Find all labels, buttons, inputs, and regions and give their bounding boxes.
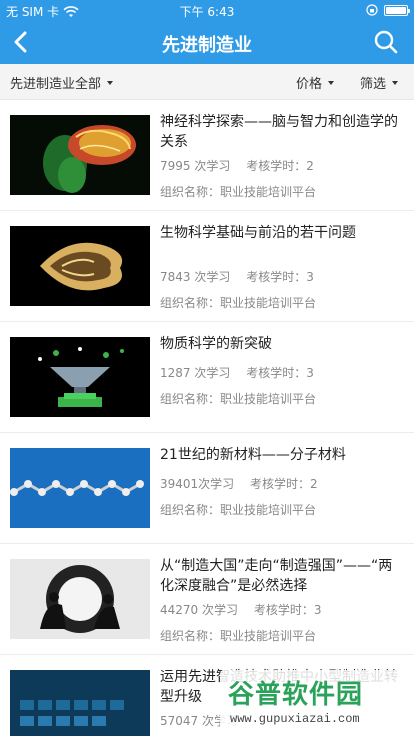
- organization-name: 组织名称：职业技能培训平台: [160, 503, 317, 517]
- assessment-hours: 考核学时：2: [250, 477, 318, 491]
- list-item[interactable]: 物质科学的新突破 1287 次学习 考核学时：3 组织名称：职业技能培训平台: [0, 322, 414, 433]
- organization-name: 组织名称：职业技能培训平台: [160, 185, 317, 199]
- learner-count: 1287 次学习: [160, 366, 231, 380]
- filter-dropdown[interactable]: 筛选: [360, 73, 399, 92]
- chevron-down-icon: [392, 80, 399, 85]
- price-sort-dropdown[interactable]: 价格: [296, 73, 335, 92]
- course-title: 生物科学基础与前沿的若干问题: [160, 225, 356, 241]
- assessment-hours: 考核学时：2: [246, 159, 314, 173]
- course-title: 物质科学的新突破: [160, 336, 272, 352]
- search-icon[interactable]: [372, 28, 400, 56]
- battery-icon: [384, 4, 410, 16]
- category-dropdown[interactable]: 先进制造业全部: [10, 73, 114, 92]
- list-item[interactable]: 从“制造大国”走向“制造强国”——“两化深度融合”是必然选择 44270 次学习…: [0, 544, 414, 655]
- status-bar: 无 SIM 卡 下午 6:43: [0, 0, 414, 20]
- filter-bar: 先进制造业全部 价格 筛选: [0, 64, 414, 100]
- course-thumbnail-brain: [10, 115, 150, 195]
- learner-count: 7995 次学习: [160, 159, 231, 173]
- course-thumbnail-funnel: [10, 337, 150, 417]
- course-thumbnail-keyboard: [10, 670, 150, 736]
- course-thumbnail-gears: [10, 559, 150, 639]
- course-title: 神经科学探索——脑与智力和创造学的关系: [160, 114, 398, 150]
- learner-count: 44270 次学习: [160, 603, 238, 617]
- learner-count: 39401次学习: [160, 477, 235, 491]
- list-item[interactable]: 21世纪的新材料——分子材料 39401次学习 考核学时：2 组织名称：职业技能…: [0, 433, 414, 544]
- header: 无 SIM 卡 下午 6:43 先进制造业: [0, 0, 414, 64]
- assessment-hours: 考核学时：3: [246, 366, 314, 380]
- watermark-url: www.gupuxiazai.com: [230, 712, 360, 726]
- watermark-logo-text: 谷普软件园: [228, 680, 364, 710]
- organization-name: 组织名称：职业技能培训平台: [160, 629, 317, 643]
- organization-name: 组织名称：职业技能培训平台: [160, 296, 317, 310]
- organization-name: 组织名称：职业技能培训平台: [160, 392, 317, 406]
- chevron-down-icon: [107, 80, 114, 85]
- assessment-hours: 考核学时：3: [253, 603, 322, 617]
- course-title: 21世纪的新材料——分子材料: [160, 447, 346, 463]
- learner-count: 7843 次学习: [160, 270, 231, 284]
- list-item[interactable]: 生物科学基础与前沿的若干问题 7843 次学习 考核学时：3 组织名称：职业技能…: [0, 211, 414, 322]
- page-title: 先进制造业: [162, 35, 252, 56]
- watermark: 谷普软件园 www.gupuxiazai.com: [220, 670, 410, 734]
- course-thumbnail-shell: [10, 226, 150, 306]
- list-item[interactable]: 神经科学探索——脑与智力和创造学的关系 7995 次学习 考核学时：2 组织名称…: [0, 100, 414, 211]
- navbar: 先进制造业: [0, 20, 414, 64]
- status-time: 下午 6:43: [179, 5, 235, 19]
- course-thumbnail-molecule: [10, 448, 150, 528]
- orientation-lock-icon: [366, 4, 378, 16]
- course-list: 神经科学探索——脑与智力和创造学的关系 7995 次学习 考核学时：2 组织名称…: [0, 100, 414, 736]
- course-title: 从“制造大国”走向“制造强国”——“两化深度融合”是必然选择: [160, 558, 393, 594]
- chevron-down-icon: [328, 80, 335, 85]
- assessment-hours: 考核学时：3: [246, 270, 314, 284]
